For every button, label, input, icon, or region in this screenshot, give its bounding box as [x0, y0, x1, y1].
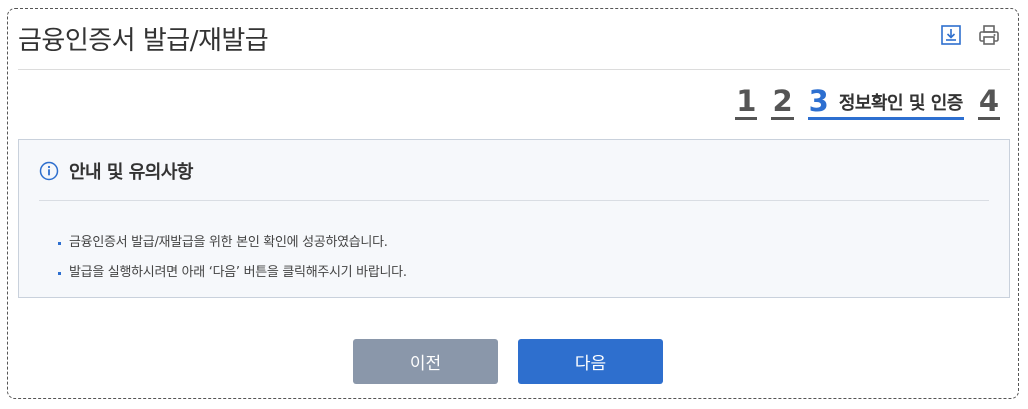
- step-1: 1: [735, 84, 758, 120]
- notice-list: 금융인증서 발급/재발급을 위한 본인 확인에 성공하였습니다. 발급을 실행하…: [55, 228, 407, 288]
- download-icon[interactable]: [940, 24, 962, 46]
- notice-box: 안내 및 유의사항 금융인증서 발급/재발급을 위한 본인 확인에 성공하였습니…: [18, 139, 1010, 298]
- toolbar: [940, 24, 1000, 46]
- previous-button[interactable]: 이전: [353, 339, 498, 384]
- notice-title: 안내 및 유의사항: [69, 162, 193, 183]
- step-3-active: 3 정보확인 및 인증: [807, 84, 964, 120]
- page-title: 금융인증서 발급/재발급: [18, 26, 269, 56]
- notice-divider: [39, 200, 989, 201]
- step-indicator: 1 2 3 정보확인 및 인증 4: [735, 82, 1000, 120]
- print-icon[interactable]: [978, 24, 1000, 46]
- info-icon: [39, 161, 59, 181]
- step-3-number: 3: [808, 84, 829, 118]
- title-divider: [18, 69, 1010, 70]
- next-button[interactable]: 다음: [518, 339, 663, 384]
- step-3-label: 정보확인 및 인증: [838, 93, 963, 114]
- notice-item: 금융인증서 발급/재발급을 위한 본인 확인에 성공하였습니다.: [55, 228, 407, 258]
- step-2: 2: [771, 84, 794, 120]
- notice-header: 안내 및 유의사항: [39, 158, 193, 184]
- step-4: 4: [977, 84, 1000, 120]
- notice-item: 발급을 실행하시려면 아래 ‘다음’ 버튼을 클릭해주시기 바랍니다.: [55, 258, 407, 288]
